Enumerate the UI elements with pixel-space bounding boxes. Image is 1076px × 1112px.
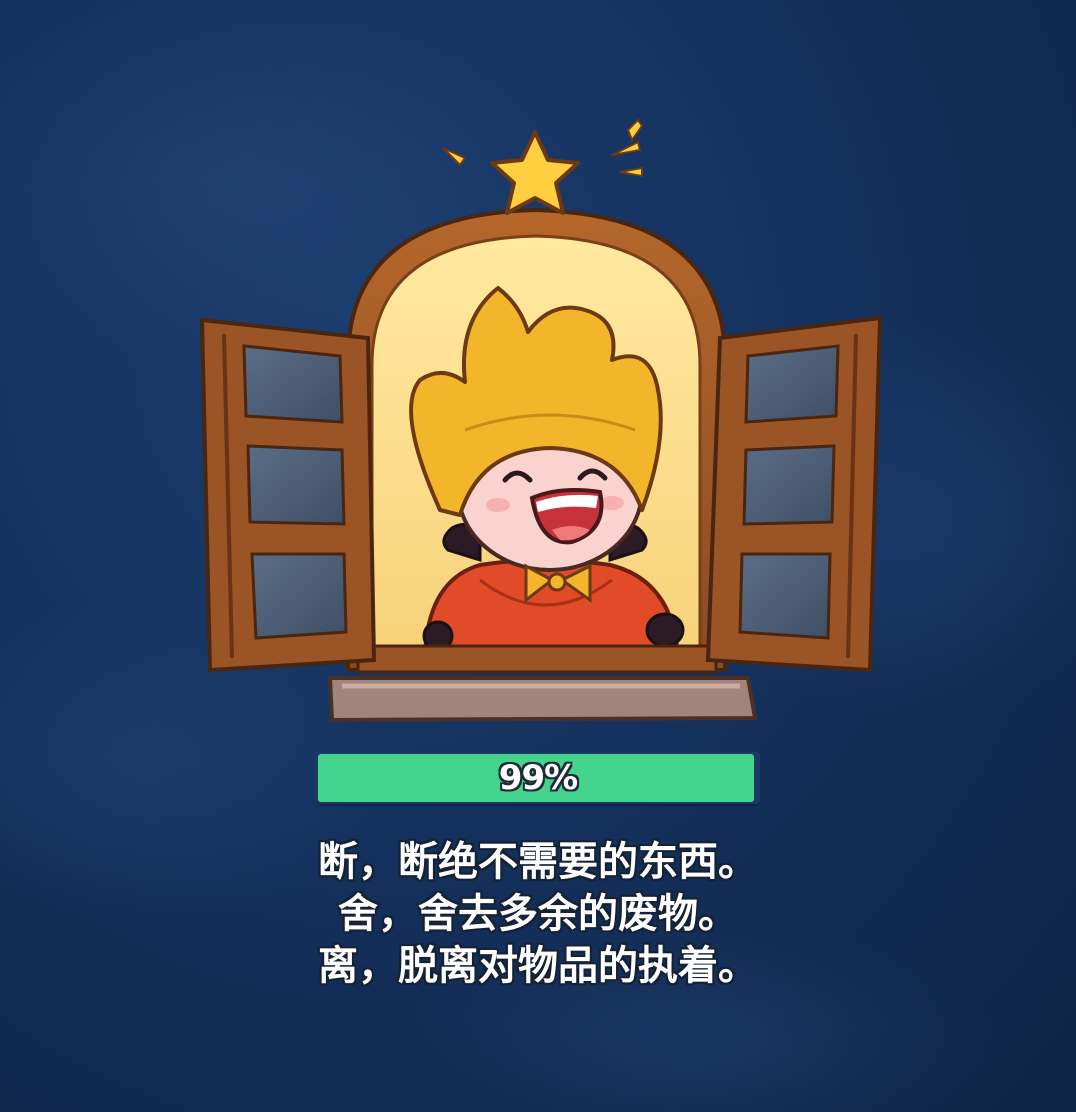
caption-line-3: 离，脱离对物品的执着。: [318, 943, 758, 989]
progress-bar: 99%: [316, 752, 760, 804]
left-shutter: [199, 317, 377, 673]
progress-percent-label: 99%: [498, 758, 578, 798]
right-shutter: [705, 315, 883, 673]
window-character-illustration: [199, 118, 883, 723]
star-icon: [490, 130, 580, 215]
caption-line-2: 舍，舍去多余的废物。: [338, 891, 738, 937]
caption-text: 断，断绝不需要的东西。 舍，舍去多余的废物。 离，脱离对物品的执着。: [188, 836, 888, 992]
window-sill: [327, 676, 758, 723]
caption-line-1: 断，断绝不需要的东西。: [318, 839, 758, 885]
game-screen: { "progress": { "label": "99%", "fractio…: [0, 0, 1076, 1112]
